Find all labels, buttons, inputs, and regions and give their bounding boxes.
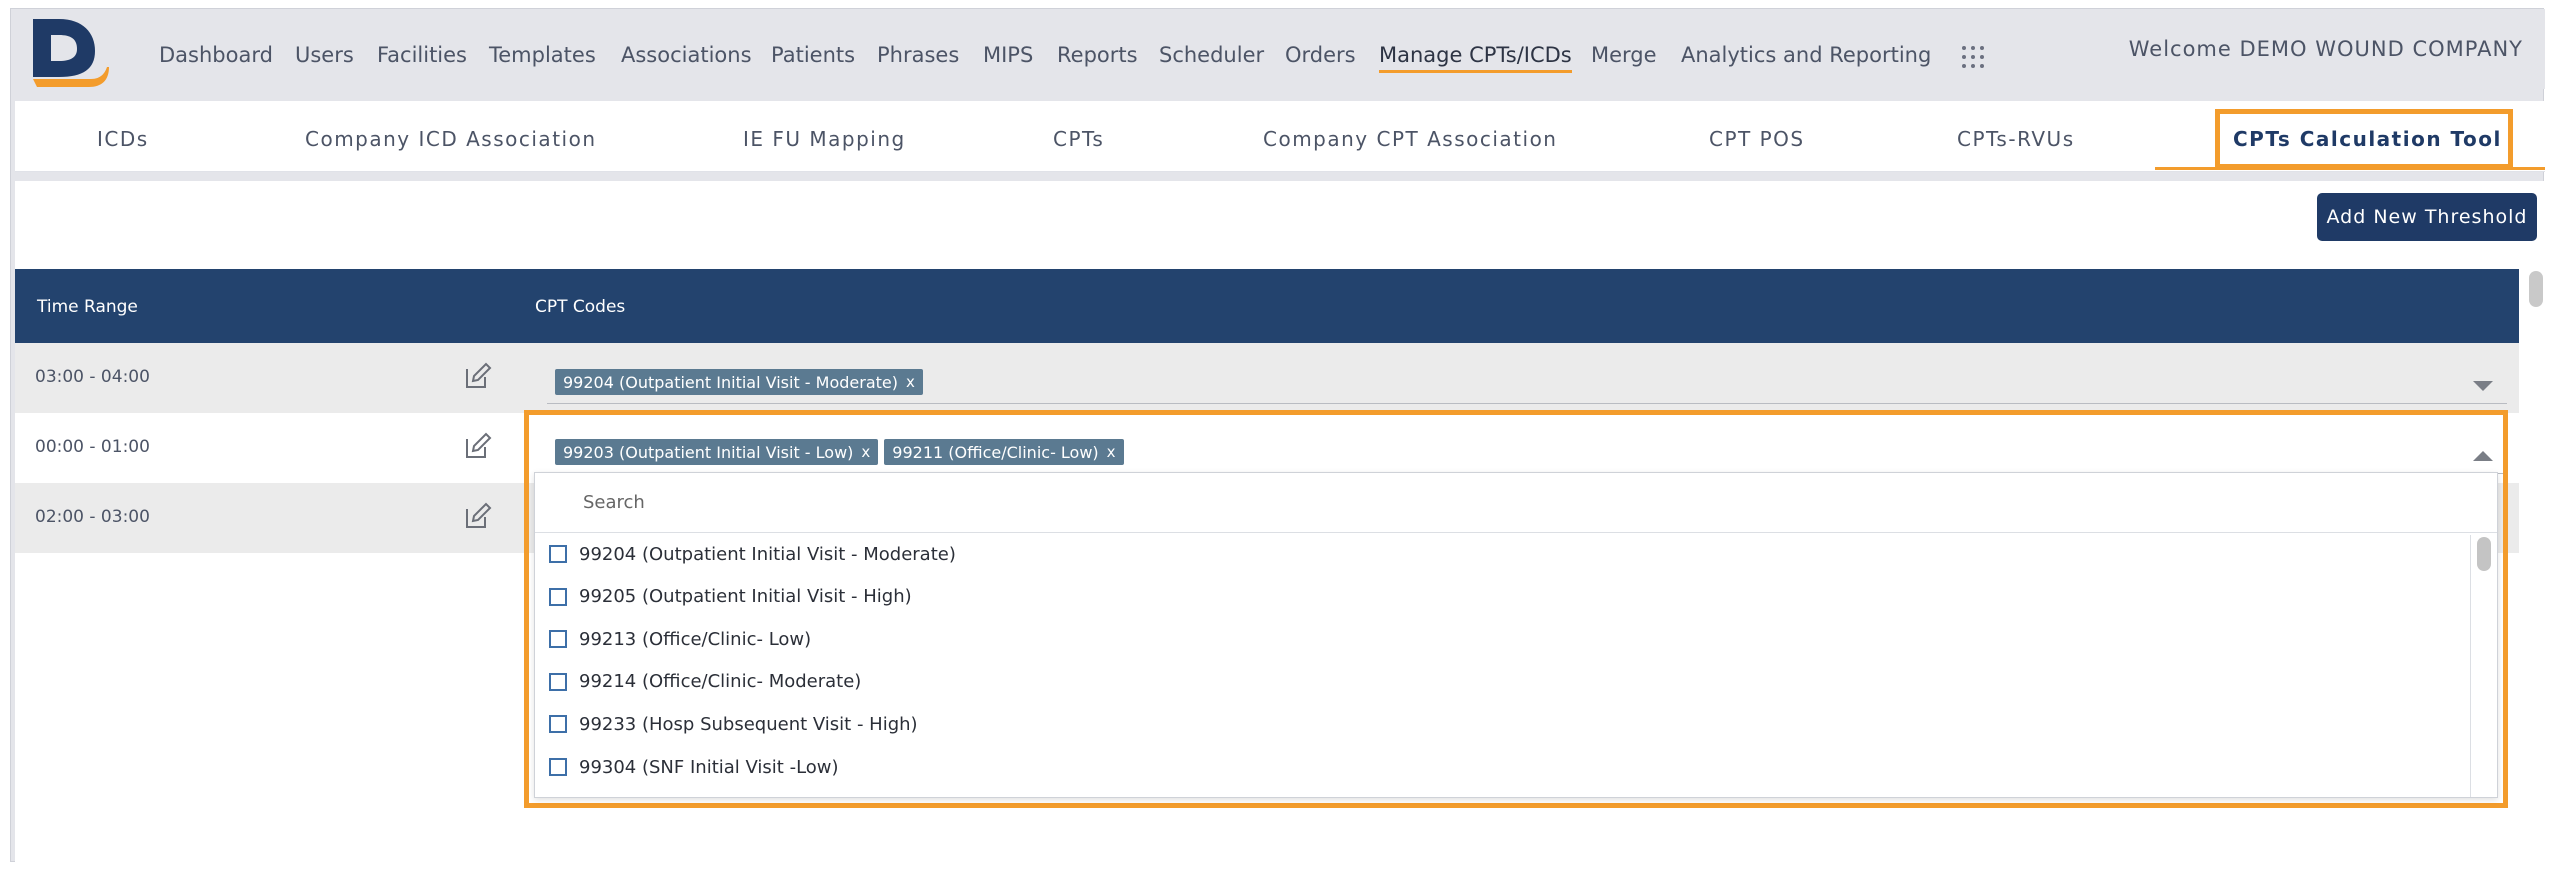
dropdown-option[interactable]: 99214 (Office/Clinic- Moderate) [549,667,861,697]
option-label: 99204 (Outpatient Initial Visit - Modera… [579,543,956,565]
option-label: 99205 (Outpatient Initial Visit - High) [579,586,912,608]
remove-chip-icon[interactable]: x [906,373,915,391]
welcome-text[interactable]: Welcome DEMO WOUND COMPANY [2129,37,2523,61]
dropdown-option[interactable]: 99204 (Outpatient Initial Visit - Modera… [549,539,956,569]
nav-item-patients[interactable]: Patients [771,43,855,67]
dropdown-option[interactable]: 99205 (Outpatient Initial Visit - High) [549,582,912,612]
edit-icon[interactable] [463,361,493,391]
option-checkbox[interactable] [549,630,567,649]
dropdown-scrollbar-thumb[interactable] [2477,537,2491,571]
option-label: 99213 (Office/Clinic- Low) [579,628,812,650]
nav-item-associations[interactable]: Associations [621,43,752,67]
tab-cpts-rvus[interactable]: CPTs-RVUs [1957,127,2075,151]
subtab-bar: ICDs Company ICD Association IE FU Mapping… [15,101,2545,172]
cpt-chip: 99204 (Outpatient Initial Visit - Modera… [555,369,923,395]
edit-icon[interactable] [463,431,493,461]
time-range: 02:00 - 03:00 [35,507,150,527]
table-row: 03:00 - 04:00 99204 (Outpatient Initial … [15,343,2519,413]
active-tab-highlight [2215,109,2513,169]
add-new-threshold-button[interactable]: Add New Threshold [2317,193,2537,241]
option-checkbox[interactable] [549,715,567,734]
nav-item-merge[interactable]: Merge [1591,43,1657,67]
tab-ie-fu-mapping[interactable]: IE FU Mapping [743,127,906,151]
dropdown-option[interactable]: 99233 (Hosp Subsequent Visit - High) [549,709,918,739]
nav-item-scheduler[interactable]: Scheduler [1159,43,1264,67]
nav-item-reports[interactable]: Reports [1057,43,1138,67]
option-checkbox[interactable] [549,545,567,563]
nav-item-phrases[interactable]: Phrases [877,43,959,67]
nav-item-analytics-and-reporting[interactable]: Analytics and Reporting [1681,43,1931,67]
option-label: 99233 (Hosp Subsequent Visit - High) [579,713,918,735]
option-checkbox[interactable] [549,672,567,691]
nav-item-orders[interactable]: Orders [1285,43,1356,67]
nav-item-templates[interactable]: Templates [489,43,596,67]
top-nav: Dashboard Users Facilities Templates Associa… [11,9,2545,89]
tab-icds[interactable]: ICDs [97,127,149,151]
edit-icon[interactable] [463,501,493,531]
tab-company-cpt-association[interactable]: Company CPT Association [1263,127,1557,151]
header-cpt-codes: CPT Codes [535,297,626,317]
chevron-down-icon[interactable] [2473,381,2493,391]
table-header: Time Range CPT Codes [15,269,2519,343]
option-label: 99304 (SNF Initial Visit -Low) [579,756,839,778]
nav-item-facilities[interactable]: Facilities [377,43,467,67]
nav-item-dashboard[interactable]: Dashboard [159,43,273,67]
table-scrollbar[interactable] [2529,271,2543,307]
tab-company-icd-association[interactable]: Company ICD Association [305,127,597,151]
tab-cpts[interactable]: CPTs [1053,127,1104,151]
tab-cpt-pos[interactable]: CPT POS [1709,127,1805,151]
option-checkbox[interactable] [549,758,567,776]
cpt-options-dropdown: 99204 (Outpatient Initial Visit - Modera… [534,472,2498,798]
apps-grid-icon[interactable] [1961,45,1985,69]
nav-item-manage-cpts-icds[interactable]: Manage CPTs/ICDs [1379,43,1572,73]
option-checkbox[interactable] [549,587,567,606]
nav-item-users[interactable]: Users [295,43,354,67]
option-label: 99214 (Office/Clinic- Moderate) [579,671,862,693]
time-range: 03:00 - 04:00 [35,367,150,387]
dropdown-option[interactable]: 99304 (SNF Initial Visit -Low) [549,752,839,782]
cpt-multiselect[interactable]: 99204 (Outpatient Initial Visit - Modera… [547,365,2507,404]
dropdown-option[interactable]: 99213 (Office/Clinic- Low) [549,624,811,654]
header-time-range: Time Range [37,297,138,317]
nav-item-mips[interactable]: MIPS [983,43,1033,67]
dropdown-scroll-track[interactable] [2470,535,2497,797]
company-logo[interactable] [29,15,109,91]
time-range: 00:00 - 01:00 [35,437,150,457]
dropdown-search-input[interactable] [535,473,2497,533]
